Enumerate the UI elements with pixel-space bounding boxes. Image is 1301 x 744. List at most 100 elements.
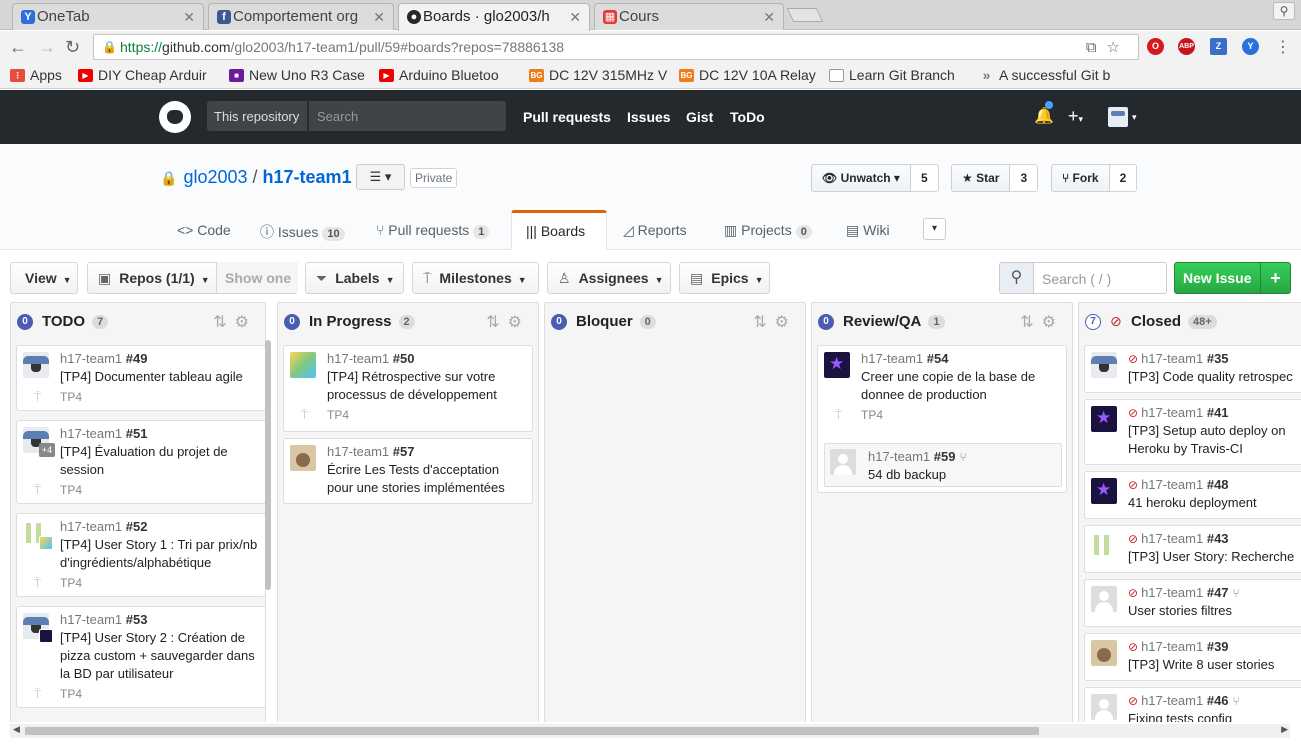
- tab-issues[interactable]: ⓘ Issues 10: [246, 210, 359, 250]
- tab-wiki[interactable]: ▤ Wiki: [832, 210, 904, 250]
- sort-gear-icons[interactable]: ⇅⚙: [213, 312, 257, 332]
- repo-name-link[interactable]: h17-team1: [263, 167, 352, 187]
- fork-button[interactable]: ⑂ Fork: [1051, 164, 1110, 192]
- issue-card[interactable]: ⊘ h17-team1 #43 [TP3] User Story: Recherc…: [1084, 525, 1301, 573]
- unwatch-button[interactable]: 👁 Unwatch ▾: [811, 164, 911, 192]
- back-arrow-icon[interactable]: ←: [9, 37, 27, 58]
- issue-title[interactable]: [TP3] Write 8 user stories: [1128, 656, 1301, 674]
- sort-gear-icons[interactable]: ⇅⚙: [753, 312, 797, 332]
- browser-tab-facebook[interactable]: f Comportement org ✕: [208, 3, 394, 30]
- horizontal-scrollbar[interactable]: ◀ ▶: [10, 724, 1290, 738]
- profile-icon[interactable]: ⚲: [1273, 2, 1295, 20]
- nav-pull-requests[interactable]: Pull requests: [523, 109, 611, 125]
- stars-count[interactable]: 3: [1010, 164, 1039, 192]
- plus-icon[interactable]: +▾: [1068, 106, 1083, 127]
- browser-tab-onetab[interactable]: Y OneTab ✕: [12, 3, 204, 30]
- github-logo-icon[interactable]: [159, 101, 191, 133]
- repo-owner-link[interactable]: glo2003: [183, 167, 247, 187]
- issue-card[interactable]: ⊘h17-team1 #41 [TP3] Setup auto deploy o…: [1084, 399, 1301, 465]
- pr-title[interactable]: 54 db backup: [868, 466, 1066, 484]
- more-dropdown[interactable]: ▾: [923, 218, 946, 240]
- browser-tab-cours[interactable]: ▦ Cours ✕: [594, 3, 784, 30]
- column-scrollbar[interactable]: [265, 340, 271, 590]
- scroll-left-icon[interactable]: ◀: [13, 724, 20, 735]
- close-icon[interactable]: ✕: [763, 9, 775, 26]
- kebab-menu-icon[interactable]: ⋮: [1275, 37, 1291, 57]
- new-tab-button[interactable]: [786, 8, 824, 22]
- adblock-icon[interactable]: ABP: [1178, 38, 1195, 55]
- issue-card[interactable]: h17-team1 #49 [TP4] Documenter tableau a…: [16, 345, 266, 411]
- issue-card[interactable]: ⊘h17-team1 #48 41 heroku deployment: [1084, 471, 1301, 519]
- issue-title[interactable]: [TP3] User Story: Recherche: [1128, 548, 1301, 566]
- bookmark-gitflow[interactable]: » A successful Git b: [979, 67, 1117, 83]
- browser-tab-github[interactable]: ● Boards · glo2003/h ✕: [398, 3, 590, 31]
- repo-menu-button[interactable]: ☰ ▾: [356, 164, 405, 190]
- show-one-button[interactable]: Show one: [216, 262, 298, 293]
- issue-card[interactable]: h17-team1 #57 Écrire Les Tests d'accepta…: [283, 438, 533, 504]
- issue-card[interactable]: h17-team1 #53 [TP4] User Story 2 : Créat…: [16, 606, 266, 708]
- close-icon[interactable]: ✕: [569, 9, 581, 26]
- pull-request-card[interactable]: ⊘ h17-team1 #47 ⑂ User stories filtres: [1084, 579, 1301, 627]
- issue-title[interactable]: [TP3] Code quality retrospec: [1128, 368, 1301, 386]
- issue-title[interactable]: [TP4] Documenter tableau agile: [60, 368, 260, 386]
- watchers-count[interactable]: 5: [910, 164, 939, 192]
- bookmark-uno[interactable]: ■ New Uno R3 Case: [229, 67, 367, 83]
- issue-card[interactable]: h17-team1 #52 [TP4] User Story 1 : Tri p…: [16, 513, 266, 597]
- epics-dropdown[interactable]: ▤ Epics ▼: [679, 262, 770, 294]
- reload-icon[interactable]: ↻: [65, 37, 80, 58]
- close-icon[interactable]: ✕: [373, 9, 385, 26]
- bookmark-learngit[interactable]: Learn Git Branch: [829, 67, 965, 83]
- issue-title[interactable]: Creer une copie de la base de donnee de …: [861, 368, 1061, 404]
- bell-icon[interactable]: 🔔: [1034, 106, 1054, 126]
- view-dropdown[interactable]: View ▼: [10, 262, 78, 294]
- bookmark-apps[interactable]: ⋮ Apps: [10, 67, 72, 83]
- nav-gist[interactable]: Gist: [686, 109, 713, 125]
- repos-dropdown[interactable]: ▣ Repos (1/1) ▼ Show one: [87, 262, 298, 294]
- scroll-right-icon[interactable]: ▶: [1281, 724, 1288, 735]
- milestones-dropdown[interactable]: ⍑ Milestones ▼: [412, 262, 539, 294]
- bookmark-star-icon[interactable]: ⧉☆: [1086, 38, 1130, 56]
- plus-icon[interactable]: +: [1260, 263, 1290, 293]
- issue-title[interactable]: 41 heroku deployment: [1128, 494, 1301, 512]
- issue-title[interactable]: [TP3] Setup auto deploy on Heroku by Tra…: [1128, 422, 1298, 458]
- forks-count[interactable]: 2: [1109, 164, 1138, 192]
- linked-pull-request[interactable]: h17-team1 #59 ⑂ 54 db backup: [824, 443, 1062, 487]
- bookmark-bluetooth[interactable]: ▶ Arduino Bluetoo: [379, 67, 515, 83]
- opera-icon[interactable]: O: [1147, 38, 1164, 55]
- issue-title[interactable]: [TP4] User Story 1 : Tri par prix/nb d'i…: [60, 536, 260, 572]
- zotero-icon[interactable]: Z: [1210, 38, 1227, 55]
- issue-title[interactable]: User stories filtres: [1128, 602, 1301, 620]
- new-issue-button[interactable]: New Issue +: [1174, 262, 1291, 294]
- bookmark-diy[interactable]: ▶ DIY Cheap Arduir: [78, 67, 216, 83]
- labels-dropdown[interactable]: ⏷ Labels ▼: [305, 262, 404, 294]
- tab-projects[interactable]: ▥ Projects 0: [710, 210, 826, 250]
- tab-code[interactable]: <> Code: [163, 210, 245, 250]
- issue-card[interactable]: h17-team1 #50 [TP4] Rétrospective sur vo…: [283, 345, 533, 432]
- nav-todo[interactable]: ToDo: [730, 109, 765, 125]
- nav-issues[interactable]: Issues: [627, 109, 671, 125]
- search-input[interactable]: Search: [308, 101, 506, 131]
- issue-title[interactable]: [TP4] Rétrospective sur votre processus …: [327, 368, 527, 404]
- bookmark-dc315[interactable]: BG DC 12V 315MHz V: [529, 67, 667, 83]
- sort-gear-icons[interactable]: ⇅⚙: [1020, 312, 1064, 332]
- board-search-input[interactable]: ⚲ Search ( / ): [999, 262, 1167, 294]
- star-button[interactable]: ★ Star: [951, 164, 1011, 192]
- close-icon[interactable]: ✕: [183, 9, 195, 26]
- sort-gear-icons[interactable]: ⇅⚙: [486, 312, 530, 332]
- issue-title[interactable]: Fixing tests config: [1128, 710, 1301, 722]
- issue-title[interactable]: Écrire Les Tests d'acceptation pour une …: [327, 461, 527, 497]
- issue-card[interactable]: +4 h17-team1 #51 [TP4] Évaluation du pro…: [16, 420, 266, 504]
- pull-request-card[interactable]: ⊘ h17-team1 #46 ⑂ Fixing tests config: [1084, 687, 1301, 722]
- bookmark-relay[interactable]: BG DC 12V 10A Relay: [679, 67, 817, 83]
- forward-arrow-icon[interactable]: →: [38, 37, 56, 58]
- url-input[interactable]: 🔒 https://github.com/glo2003/h17-team1/p…: [93, 34, 1139, 60]
- issue-card[interactable]: ⊘ h17-team1 #35 [TP3] Code quality retros…: [1084, 345, 1301, 393]
- issue-title[interactable]: [TP4] User Story 2 : Création de pizza c…: [60, 629, 260, 683]
- tab-boards[interactable]: ||| Boards: [511, 210, 607, 250]
- scrollbar-thumb[interactable]: [25, 727, 1039, 735]
- tab-pull-requests[interactable]: ⑂ Pull requests 1: [362, 210, 503, 250]
- tab-reports[interactable]: ◿ Reports: [609, 210, 701, 250]
- issue-card[interactable]: ⊘ h17-team1 #39 [TP3] Write 8 user storie…: [1084, 633, 1301, 681]
- issue-card[interactable]: h17-team1 #54 Creer une copie de la base…: [817, 345, 1067, 493]
- issue-title[interactable]: [TP4] Évaluation du projet de session: [60, 443, 260, 479]
